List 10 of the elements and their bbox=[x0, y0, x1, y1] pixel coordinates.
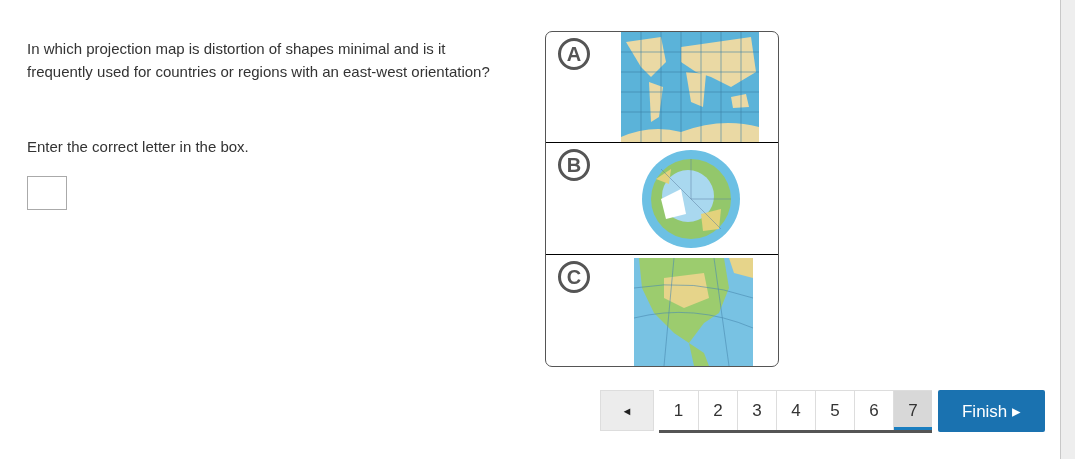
scrollbar[interactable] bbox=[1060, 0, 1075, 459]
page-button[interactable]: 7 bbox=[893, 391, 932, 430]
option-letter: A bbox=[558, 38, 590, 70]
finish-button[interactable]: Finish ▸ bbox=[938, 390, 1045, 432]
question-text: In which projection map is distortion of shapes minimal and is it frequently used for countries or regions with an east-west orientation? bbox=[27, 39, 491, 82]
option-letter: B bbox=[558, 149, 590, 181]
option-letter: C bbox=[558, 261, 590, 293]
instruction-text: Enter the correct letter in the box. bbox=[27, 137, 250, 157]
previous-button[interactable]: ◄ bbox=[600, 390, 654, 431]
answer-box[interactable] bbox=[27, 176, 67, 210]
